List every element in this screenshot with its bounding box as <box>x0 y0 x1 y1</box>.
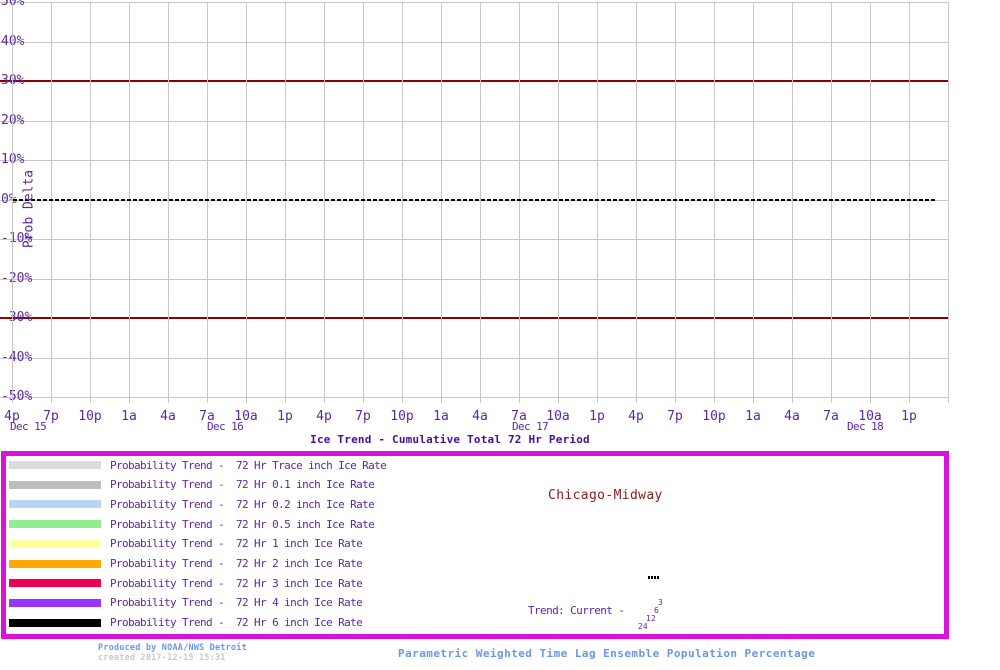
x-tick-label: 4a <box>784 409 800 424</box>
x-tick-label: 1p <box>589 409 605 424</box>
x-tick-mark <box>168 397 169 403</box>
x-tick-label: 7p <box>667 409 683 424</box>
x-tick-mark <box>753 397 754 403</box>
legend-item-label: Probability Trend - 72 Hr 3 inch Ice Rat… <box>110 576 363 590</box>
legend-panel: Probability Trend - 72 Hr Trace inch Ice… <box>1 451 949 639</box>
legend-item-label: Probability Trend - 72 Hr 0.2 inch Ice R… <box>110 497 375 511</box>
x-tick-mark <box>948 397 949 403</box>
legend-color-swatch <box>9 539 101 548</box>
x-date-label: Dec 18 <box>847 420 884 433</box>
x-tick-mark <box>714 397 715 403</box>
chart-title: Ice Trend - Cumulative Total 72 Hr Perio… <box>310 433 590 446</box>
y-tick-label: -30% <box>1 310 33 325</box>
legend-color-swatch <box>9 461 101 469</box>
x-tick-label: 1a <box>121 409 137 424</box>
legend-item-label: Probability Trend - 72 Hr Trace inch Ice… <box>110 458 387 472</box>
y-tick-label: -20% <box>1 270 33 286</box>
x-tick-label: 4p <box>316 409 332 424</box>
legend-color-swatch <box>9 598 101 607</box>
trend-hour-label: 24 <box>638 622 648 631</box>
x-tick-mark <box>12 397 13 403</box>
y-grid-line <box>0 278 949 280</box>
legend-item-label: Probability Trend - 72 Hr 0.5 inch Ice R… <box>110 517 375 531</box>
legend-item-label: Probability Trend - 72 Hr 6 inch Ice Rat… <box>110 616 363 630</box>
legend-color-swatch <box>9 579 101 588</box>
y-grid-line <box>0 41 949 43</box>
x-date-label: Dec 16 <box>207 420 244 433</box>
x-tick-label: 1a <box>745 409 761 424</box>
y-axis-label: Prob Delta <box>21 169 37 249</box>
legend-color-swatch <box>9 618 101 627</box>
x-tick-mark <box>558 397 559 403</box>
threshold-line--30 <box>0 317 949 319</box>
x-tick-mark <box>246 397 247 403</box>
y-tick-label: -40% <box>1 349 33 365</box>
y-grid-line <box>0 120 949 122</box>
x-date-label: Dec 15 <box>10 420 47 433</box>
x-tick-mark <box>324 397 325 403</box>
x-tick-mark <box>402 397 403 403</box>
x-tick-label: 7a <box>823 409 839 424</box>
y-tick-label: -50% <box>1 389 33 404</box>
y-grid-line <box>0 397 949 398</box>
current-trend-line <box>13 198 935 201</box>
x-tick-label: 1p <box>277 409 293 424</box>
x-tick-mark <box>90 397 91 403</box>
trend-current-label: Trend: Current - <box>528 604 625 617</box>
x-tick-mark <box>51 397 52 403</box>
x-tick-mark <box>870 397 871 403</box>
x-tick-label: 10p <box>702 409 726 424</box>
y-grid-line <box>0 2 949 3</box>
x-tick-mark <box>480 397 481 403</box>
x-tick-mark <box>909 397 910 403</box>
x-tick-label: 10p <box>390 409 414 424</box>
legend-item-label: Probability Trend - 72 Hr 4 inch Ice Rat… <box>110 596 363 610</box>
x-tick-mark <box>441 397 442 403</box>
x-tick-mark <box>519 397 520 403</box>
legend-content: Probability Trend - 72 Hr Trace inch Ice… <box>6 456 944 634</box>
legend-item-label: Probability Trend - 72 Hr 0.1 inch Ice R… <box>110 478 375 492</box>
x-tick-mark <box>285 397 286 403</box>
station-label: Chicago-Midway <box>548 488 663 503</box>
x-tick-label: 7p <box>355 409 371 424</box>
x-tick-mark <box>363 397 364 403</box>
x-tick-label: 4p <box>628 409 644 424</box>
y-grid-line <box>0 160 949 161</box>
y-grid-line <box>0 357 949 359</box>
x-date-label: Dec 17 <box>512 420 549 433</box>
legend-color-swatch <box>9 520 101 529</box>
x-tick-label: 10p <box>78 409 102 424</box>
created-timestamp: created 2017-12-15 15:31 <box>98 653 226 663</box>
legend-item-label: Probability Trend - 72 Hr 1 inch Ice Rat… <box>110 537 363 551</box>
x-tick-mark <box>129 397 130 403</box>
x-tick-mark <box>207 397 208 403</box>
x-tick-mark <box>597 397 598 403</box>
legend-color-swatch <box>9 480 101 489</box>
y-grid-line <box>0 239 949 240</box>
x-tick-mark <box>831 397 832 403</box>
x-tick-mark <box>675 397 676 403</box>
legend-item-label: Probability Trend - 72 Hr 2 inch Ice Rat… <box>110 557 363 570</box>
legend-color-swatch <box>9 500 101 509</box>
current-trend-dotted-line-icon <box>648 576 660 579</box>
x-tick-mark <box>792 397 793 403</box>
x-tick-label: 4a <box>160 409 176 424</box>
threshold-line-30 <box>0 80 949 82</box>
x-tick-mark <box>636 397 637 403</box>
x-tick-label: 1a <box>433 409 449 424</box>
product-description: Parametric Weighted Time Lag Ensemble Po… <box>398 647 816 660</box>
legend-color-swatch <box>9 559 101 568</box>
x-grid-line <box>948 2 949 397</box>
x-tick-label: 1p <box>901 409 917 424</box>
x-tick-label: 4a <box>472 409 488 424</box>
produced-by-credit: Produced by NOAA/NWS Detroit <box>98 643 247 653</box>
